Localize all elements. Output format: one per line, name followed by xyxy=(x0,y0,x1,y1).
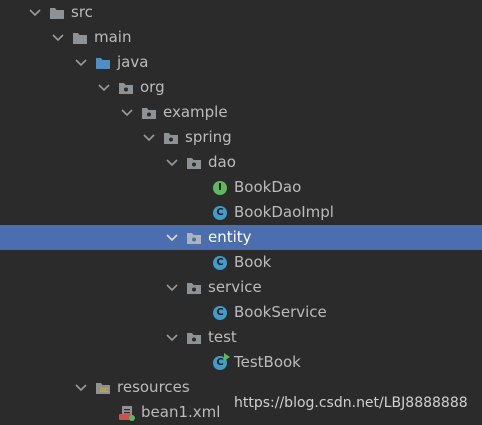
tree-item-label: src xyxy=(71,3,93,21)
tree-item-label: TestBook xyxy=(234,353,301,371)
xml-file-icon xyxy=(119,405,135,421)
tree-item-label: BookService xyxy=(234,303,327,321)
chevron-down-icon[interactable] xyxy=(73,50,89,75)
package-icon xyxy=(186,155,202,171)
tree-item-label: dao xyxy=(208,153,236,171)
tree-item-example[interactable]: example xyxy=(0,100,482,125)
tree-item-testbook[interactable]: C TestBook xyxy=(0,350,482,375)
tree-item-service[interactable]: service xyxy=(0,275,482,300)
tree-item-label: test xyxy=(208,328,237,346)
chevron-down-icon[interactable] xyxy=(164,275,180,300)
tree-item-src[interactable]: src xyxy=(0,0,482,25)
class-badge: C xyxy=(213,305,227,320)
tree-item-label: org xyxy=(140,78,165,96)
tree-item-label: bean1.xml xyxy=(141,403,221,421)
class-badge: C xyxy=(213,255,227,270)
tree-item-bookdaoimpl[interactable]: C BookDaoImpl xyxy=(0,200,482,225)
tree-item-test[interactable]: test xyxy=(0,325,482,350)
class-icon: C xyxy=(212,205,228,221)
tree-item-book[interactable]: C Book xyxy=(0,250,482,275)
class-badge: C xyxy=(213,205,227,220)
chevron-down-icon[interactable] xyxy=(164,325,180,350)
package-icon xyxy=(186,230,202,246)
tree-item-label: spring xyxy=(185,128,232,146)
tree-item-bookservice[interactable]: C BookService xyxy=(0,300,482,325)
tree-item-label: service xyxy=(208,278,262,296)
tree-item-label: entity xyxy=(208,228,252,246)
chevron-down-icon[interactable] xyxy=(50,25,66,50)
folder-icon xyxy=(72,30,88,46)
chevron-down-icon[interactable] xyxy=(96,75,112,100)
chevron-down-icon[interactable] xyxy=(27,0,43,25)
tree-item-java[interactable]: java xyxy=(0,50,482,75)
package-icon xyxy=(186,330,202,346)
tree-item-label: example xyxy=(163,103,228,121)
class-icon: C xyxy=(212,305,228,321)
tree-item-dao[interactable]: dao xyxy=(0,150,482,175)
folder-icon xyxy=(49,5,65,21)
tree-item-label: main xyxy=(94,28,132,46)
source-folder-icon xyxy=(95,55,111,71)
package-icon xyxy=(141,105,157,121)
class-icon: C xyxy=(212,255,228,271)
chevron-down-icon[interactable] xyxy=(73,375,89,400)
chevron-down-icon[interactable] xyxy=(164,225,180,250)
tree-item-label: resources xyxy=(117,378,190,396)
chevron-down-icon[interactable] xyxy=(164,150,180,175)
tree-item-label: BookDao xyxy=(234,178,302,196)
package-icon xyxy=(118,80,134,96)
tree-item-label: BookDaoImpl xyxy=(234,203,334,221)
resources-folder-icon xyxy=(95,380,111,396)
tree-item-label: Book xyxy=(234,253,272,271)
chevron-down-icon[interactable] xyxy=(141,125,157,150)
interface-badge: I xyxy=(213,180,227,195)
run-marker-icon xyxy=(224,352,230,361)
tree-item-spring[interactable]: spring xyxy=(0,125,482,150)
package-icon xyxy=(163,130,179,146)
interface-icon: I xyxy=(212,180,228,196)
tree-item-bookdao[interactable]: I BookDao xyxy=(0,175,482,200)
package-icon xyxy=(186,280,202,296)
tree-item-main[interactable]: main xyxy=(0,25,482,50)
tree-item-label: java xyxy=(117,53,149,71)
tree-item-org[interactable]: org xyxy=(0,75,482,100)
watermark-text: https://blog.csdn.net/LBJ8888888 xyxy=(234,395,468,411)
runnable-class-icon: C xyxy=(212,352,230,371)
tree-item-entity[interactable]: entity xyxy=(0,225,482,250)
chevron-down-icon[interactable] xyxy=(119,100,135,125)
